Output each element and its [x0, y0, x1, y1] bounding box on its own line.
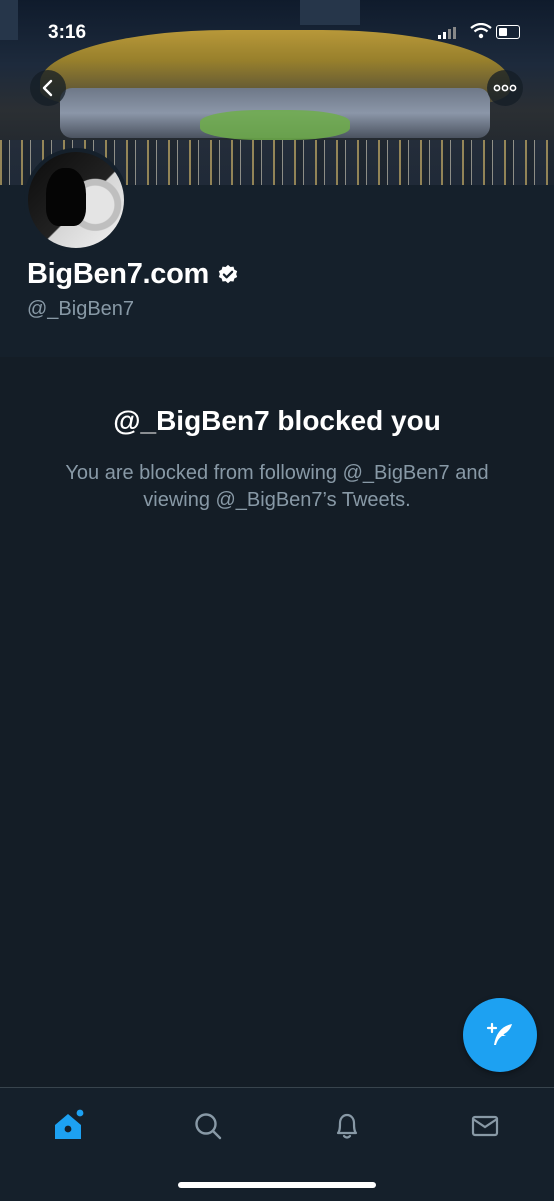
- battery-icon: [496, 25, 520, 39]
- chevron-left-icon: [42, 79, 53, 97]
- home-indicator[interactable]: [178, 1182, 376, 1188]
- tab-search[interactable]: [188, 1106, 228, 1146]
- home-icon: [55, 1109, 84, 1139]
- verified-badge-icon: [218, 264, 238, 283]
- compose-tweet-button[interactable]: [463, 998, 537, 1072]
- blocked-message: You are blocked from following @_BigBen7…: [65, 462, 489, 511]
- avatar-figure: [46, 168, 86, 226]
- profile-name-row: BigBen7.com: [27, 258, 239, 291]
- status-bar: 3:16: [0, 0, 554, 64]
- banner-field: [200, 110, 350, 140]
- profile-handle: @_BigBen7: [27, 298, 135, 320]
- search-icon: [195, 1113, 222, 1140]
- tab-notifications[interactable]: [327, 1106, 367, 1146]
- more-options-button[interactable]: [487, 70, 523, 106]
- cellular-signal-icon: [438, 27, 456, 39]
- avatar[interactable]: [24, 148, 128, 252]
- blocked-title: @_BigBen7 blocked you: [113, 405, 441, 436]
- more-dots-icon: [493, 84, 517, 92]
- wifi-icon: [470, 23, 492, 39]
- display-name: BigBen7.com: [27, 258, 210, 290]
- notifications-bell-icon: [336, 1113, 358, 1139]
- messages-envelope-icon: [471, 1115, 499, 1137]
- tab-home[interactable]: [48, 1106, 88, 1146]
- compose-feather-icon: [486, 1022, 512, 1045]
- status-time: 3:16: [48, 22, 87, 43]
- tab-messages[interactable]: [465, 1106, 505, 1146]
- back-button[interactable]: [30, 70, 66, 106]
